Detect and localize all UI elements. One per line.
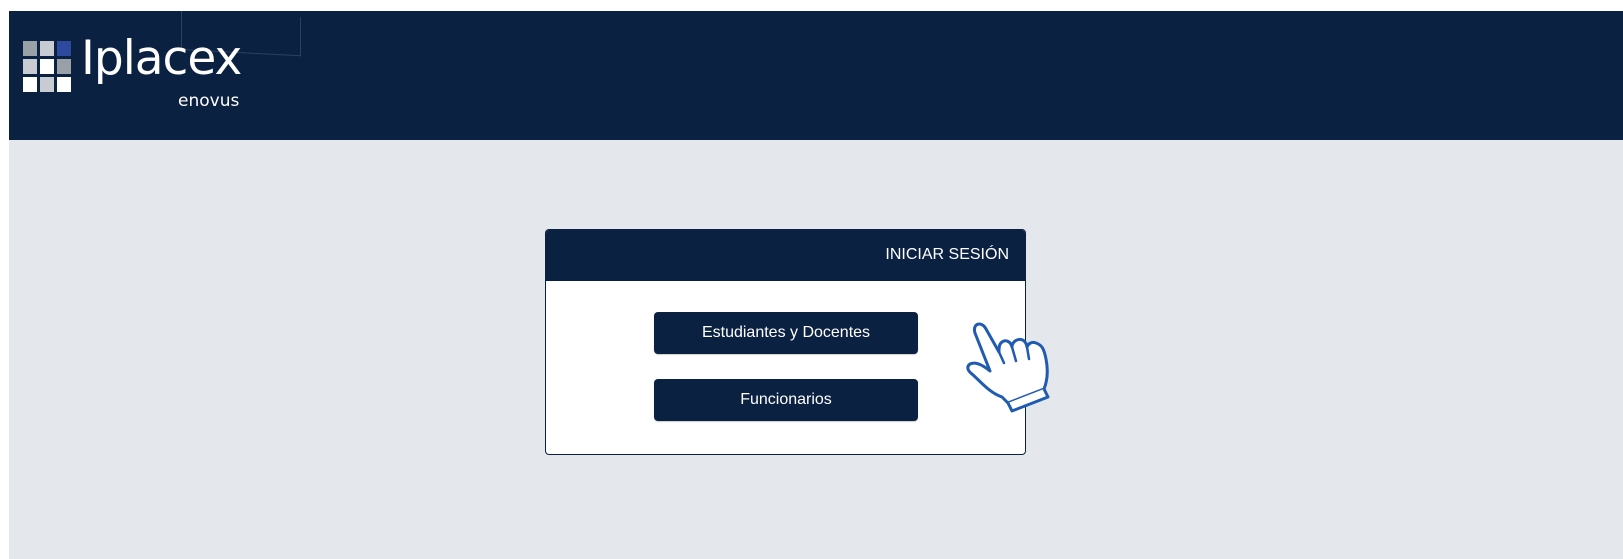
logo-subtext: enovus <box>178 91 240 111</box>
login-card: INICIAR SESIÓN Estudiantes y Docentes Fu… <box>545 229 1026 455</box>
logo-wordmark: Iplacex <box>81 31 242 86</box>
page: Iplacex enovus INICIAR SESIÓN Estudiante… <box>9 11 1623 559</box>
logo-grid-icon <box>23 41 73 99</box>
login-card-header: INICIAR SESIÓN <box>546 230 1025 281</box>
iplacex-logo[interactable]: Iplacex enovus <box>23 31 253 113</box>
top-header: Iplacex enovus <box>9 11 1623 140</box>
login-title: INICIAR SESIÓN <box>885 246 1009 263</box>
hand-pointer-icon <box>966 322 1050 413</box>
staff-button[interactable]: Funcionarios <box>654 379 918 421</box>
students-teachers-button[interactable]: Estudiantes y Docentes <box>654 312 918 354</box>
